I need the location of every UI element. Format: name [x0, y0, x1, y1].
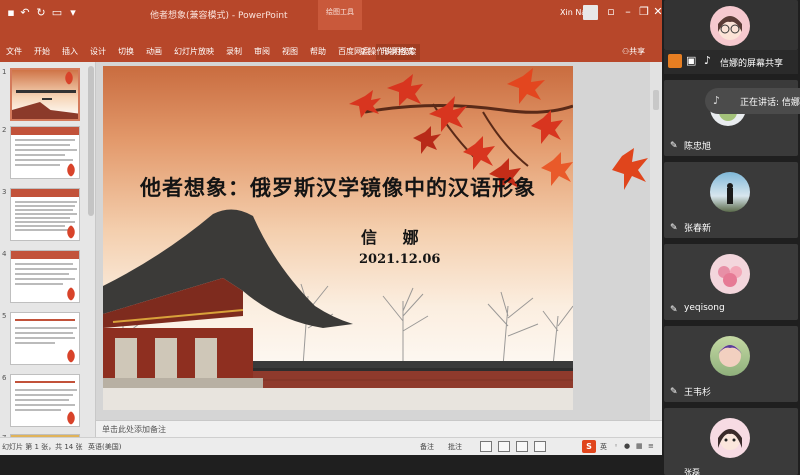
participant-name: 张春新 [684, 224, 712, 234]
slide-thumbnail-pane[interactable]: 1 2 3 4 5 6 [0, 62, 96, 437]
tab-slideshow[interactable]: 幻灯片放映 [168, 44, 220, 60]
tell-me-label: 操作说明搜索 [368, 47, 417, 56]
thumb-number: 2 [2, 126, 7, 134]
slide-thumbnail-4[interactable] [10, 250, 80, 303]
participant-name: 陈忠旭 [684, 142, 712, 152]
host-avatar [710, 6, 750, 46]
speaking-label: 正在讲话: 信娜 [740, 98, 800, 108]
save-icon[interactable]: ▪ [4, 6, 18, 20]
slide-date[interactable]: 2021.12.06 [359, 252, 440, 267]
slide-counter: 幻灯片 第 1 张，共 14 张 [2, 443, 83, 451]
thumb-number: 4 [2, 250, 7, 258]
ime-menu-icon[interactable]: ≡ [648, 442, 654, 450]
redo-icon[interactable]: ↻ [34, 6, 48, 20]
share-label: 共享 [629, 47, 646, 56]
customize-qat-icon[interactable]: ▾ [66, 6, 80, 20]
slide-sorter-icon[interactable] [498, 441, 510, 452]
thumb-number: 6 [2, 374, 7, 382]
thumbnail-scrollbar[interactable] [88, 66, 94, 216]
reading-view-icon[interactable] [516, 441, 528, 452]
thumb-number: 1 [2, 68, 7, 76]
powerpoint-window: ▪ ↶ ↻ ▭ ▾ 他者想象(兼容模式) - PowerPoint 绘图工具 X… [0, 0, 663, 455]
notes-placeholder: 单击此处添加备注 [102, 425, 166, 434]
participant-tile[interactable]: 张磊 [664, 408, 798, 475]
screen: ▪ ↶ ↻ ▭ ▾ 他者想象(兼容模式) - PowerPoint 绘图工具 X… [0, 0, 800, 475]
participant-tile-host[interactable] [664, 0, 798, 50]
slide-editor: 他者想象：俄罗斯汉学镜像中的汉语形象 信 娜 2021.12.06 [96, 62, 662, 420]
thumb-number: 3 [2, 188, 7, 196]
mic-speaking-icon: ♪ [713, 94, 721, 107]
slide-canvas[interactable]: 他者想象：俄罗斯汉学镜像中的汉语形象 信 娜 2021.12.06 [103, 66, 573, 410]
mic-muted-icon: ✎ [670, 387, 678, 397]
screen-share-icon[interactable]: ▣ [686, 54, 696, 67]
ribbon: 文件 开始 插入 设计 切换 动画 幻灯片放映 录制 审阅 视图 帮助 百度网盘… [0, 30, 662, 62]
participant-tile[interactable]: ✎ 王韦杉 [664, 326, 798, 402]
language-indicator[interactable]: 英语(美国) [88, 442, 121, 452]
share-label: 信娜的屏幕共享 [720, 59, 784, 69]
window-title: 他者想象(兼容模式) - PowerPoint [150, 11, 288, 21]
present-icon[interactable]: ▭ [50, 6, 64, 20]
slide-thumbnail-2[interactable] [10, 126, 80, 179]
participant-avatar [710, 418, 750, 458]
tell-me-search[interactable]: ♀ 操作说明搜索 [360, 44, 416, 60]
tab-record[interactable]: 录制 [220, 44, 248, 60]
title-bar: ▪ ↶ ↻ ▭ ▾ 他者想象(兼容模式) - PowerPoint 绘图工具 X… [0, 0, 663, 30]
tab-home[interactable]: 开始 [28, 44, 56, 60]
ime-mode[interactable]: 英 [600, 442, 607, 452]
drawing-tools-context: 绘图工具 [318, 0, 362, 30]
person-icon [668, 54, 682, 68]
participant-avatar [710, 172, 750, 212]
tab-review[interactable]: 审阅 [248, 44, 276, 60]
mic-icon[interactable]: ♪ [704, 54, 711, 67]
slide-thumbnail-3[interactable] [10, 188, 80, 241]
notes-toggle[interactable]: 备注 [420, 442, 434, 452]
mic-muted-icon: ✎ [670, 223, 678, 233]
slide-background-art [103, 68, 573, 410]
slideshow-view-icon[interactable] [534, 441, 546, 452]
slide-title[interactable]: 他者想象：俄罗斯汉学镜像中的汉语形象 [103, 172, 573, 202]
ime-punct-icon[interactable]: ◦ [614, 442, 618, 450]
screen-share-status: ▣ ♪ 信娜的屏幕共享 [664, 50, 798, 74]
ribbon-display-icon[interactable]: ▫ [603, 4, 619, 20]
speaking-indicator: ♪ 正在讲话: 信娜 [705, 88, 800, 114]
participant-tile[interactable]: ✎ yeqisong [664, 244, 798, 320]
comments-toggle[interactable]: 批注 [448, 442, 462, 452]
slide-scrollbar[interactable] [650, 62, 662, 420]
minimize-button[interactable]: – [620, 4, 636, 20]
undo-icon[interactable]: ↶ [18, 6, 32, 20]
mic-muted-icon: ✎ [670, 305, 678, 315]
normal-view-icon[interactable] [480, 441, 492, 452]
user-avatar[interactable] [583, 5, 598, 20]
tab-view[interactable]: 视图 [276, 44, 304, 60]
status-bar: 幻灯片 第 1 张，共 14 张 英语(美国) 备注 批注 S 英 ◦ ● ▦ … [0, 437, 662, 455]
tab-animations[interactable]: 动画 [140, 44, 168, 60]
offslide-leaf-shape[interactable] [612, 146, 652, 206]
tab-insert[interactable]: 插入 [56, 44, 84, 60]
slide-author[interactable]: 信 娜 [361, 224, 429, 248]
tab-transitions[interactable]: 切换 [112, 44, 140, 60]
share-button[interactable]: ⚇共享 [622, 44, 645, 60]
participant-name: yeqisong [684, 303, 725, 313]
mic-muted-icon: ✎ [670, 141, 678, 151]
tab-help[interactable]: 帮助 [304, 44, 332, 60]
slide-thumbnail-1[interactable] [10, 68, 80, 121]
participant-avatar [710, 336, 750, 376]
ime-mic-icon[interactable]: ● [624, 442, 630, 450]
participant-tile[interactable]: ✎ 张春新 [664, 162, 798, 238]
ribbon-tabs: 文件 开始 插入 设计 切换 动画 幻灯片放映 录制 审阅 视图 帮助 百度网盘… [0, 44, 420, 60]
slide-thumbnail-5[interactable] [10, 312, 80, 365]
notes-pane[interactable]: 单击此处添加备注 [96, 420, 662, 437]
ime-logo-icon[interactable]: S [582, 440, 596, 453]
thumb-number: 5 [2, 312, 7, 320]
participant-avatar [710, 254, 750, 294]
ime-keyboard-icon[interactable]: ▦ [636, 442, 643, 450]
participant-name: 王韦杉 [684, 388, 712, 398]
screen-bottom-edge [0, 455, 662, 475]
participant-name: 张磊 [684, 468, 700, 475]
slide-thumbnail-6[interactable] [10, 374, 80, 427]
tab-file[interactable]: 文件 [0, 44, 28, 60]
tab-design[interactable]: 设计 [84, 44, 112, 60]
slide-scrollbar-thumb[interactable] [653, 90, 659, 110]
